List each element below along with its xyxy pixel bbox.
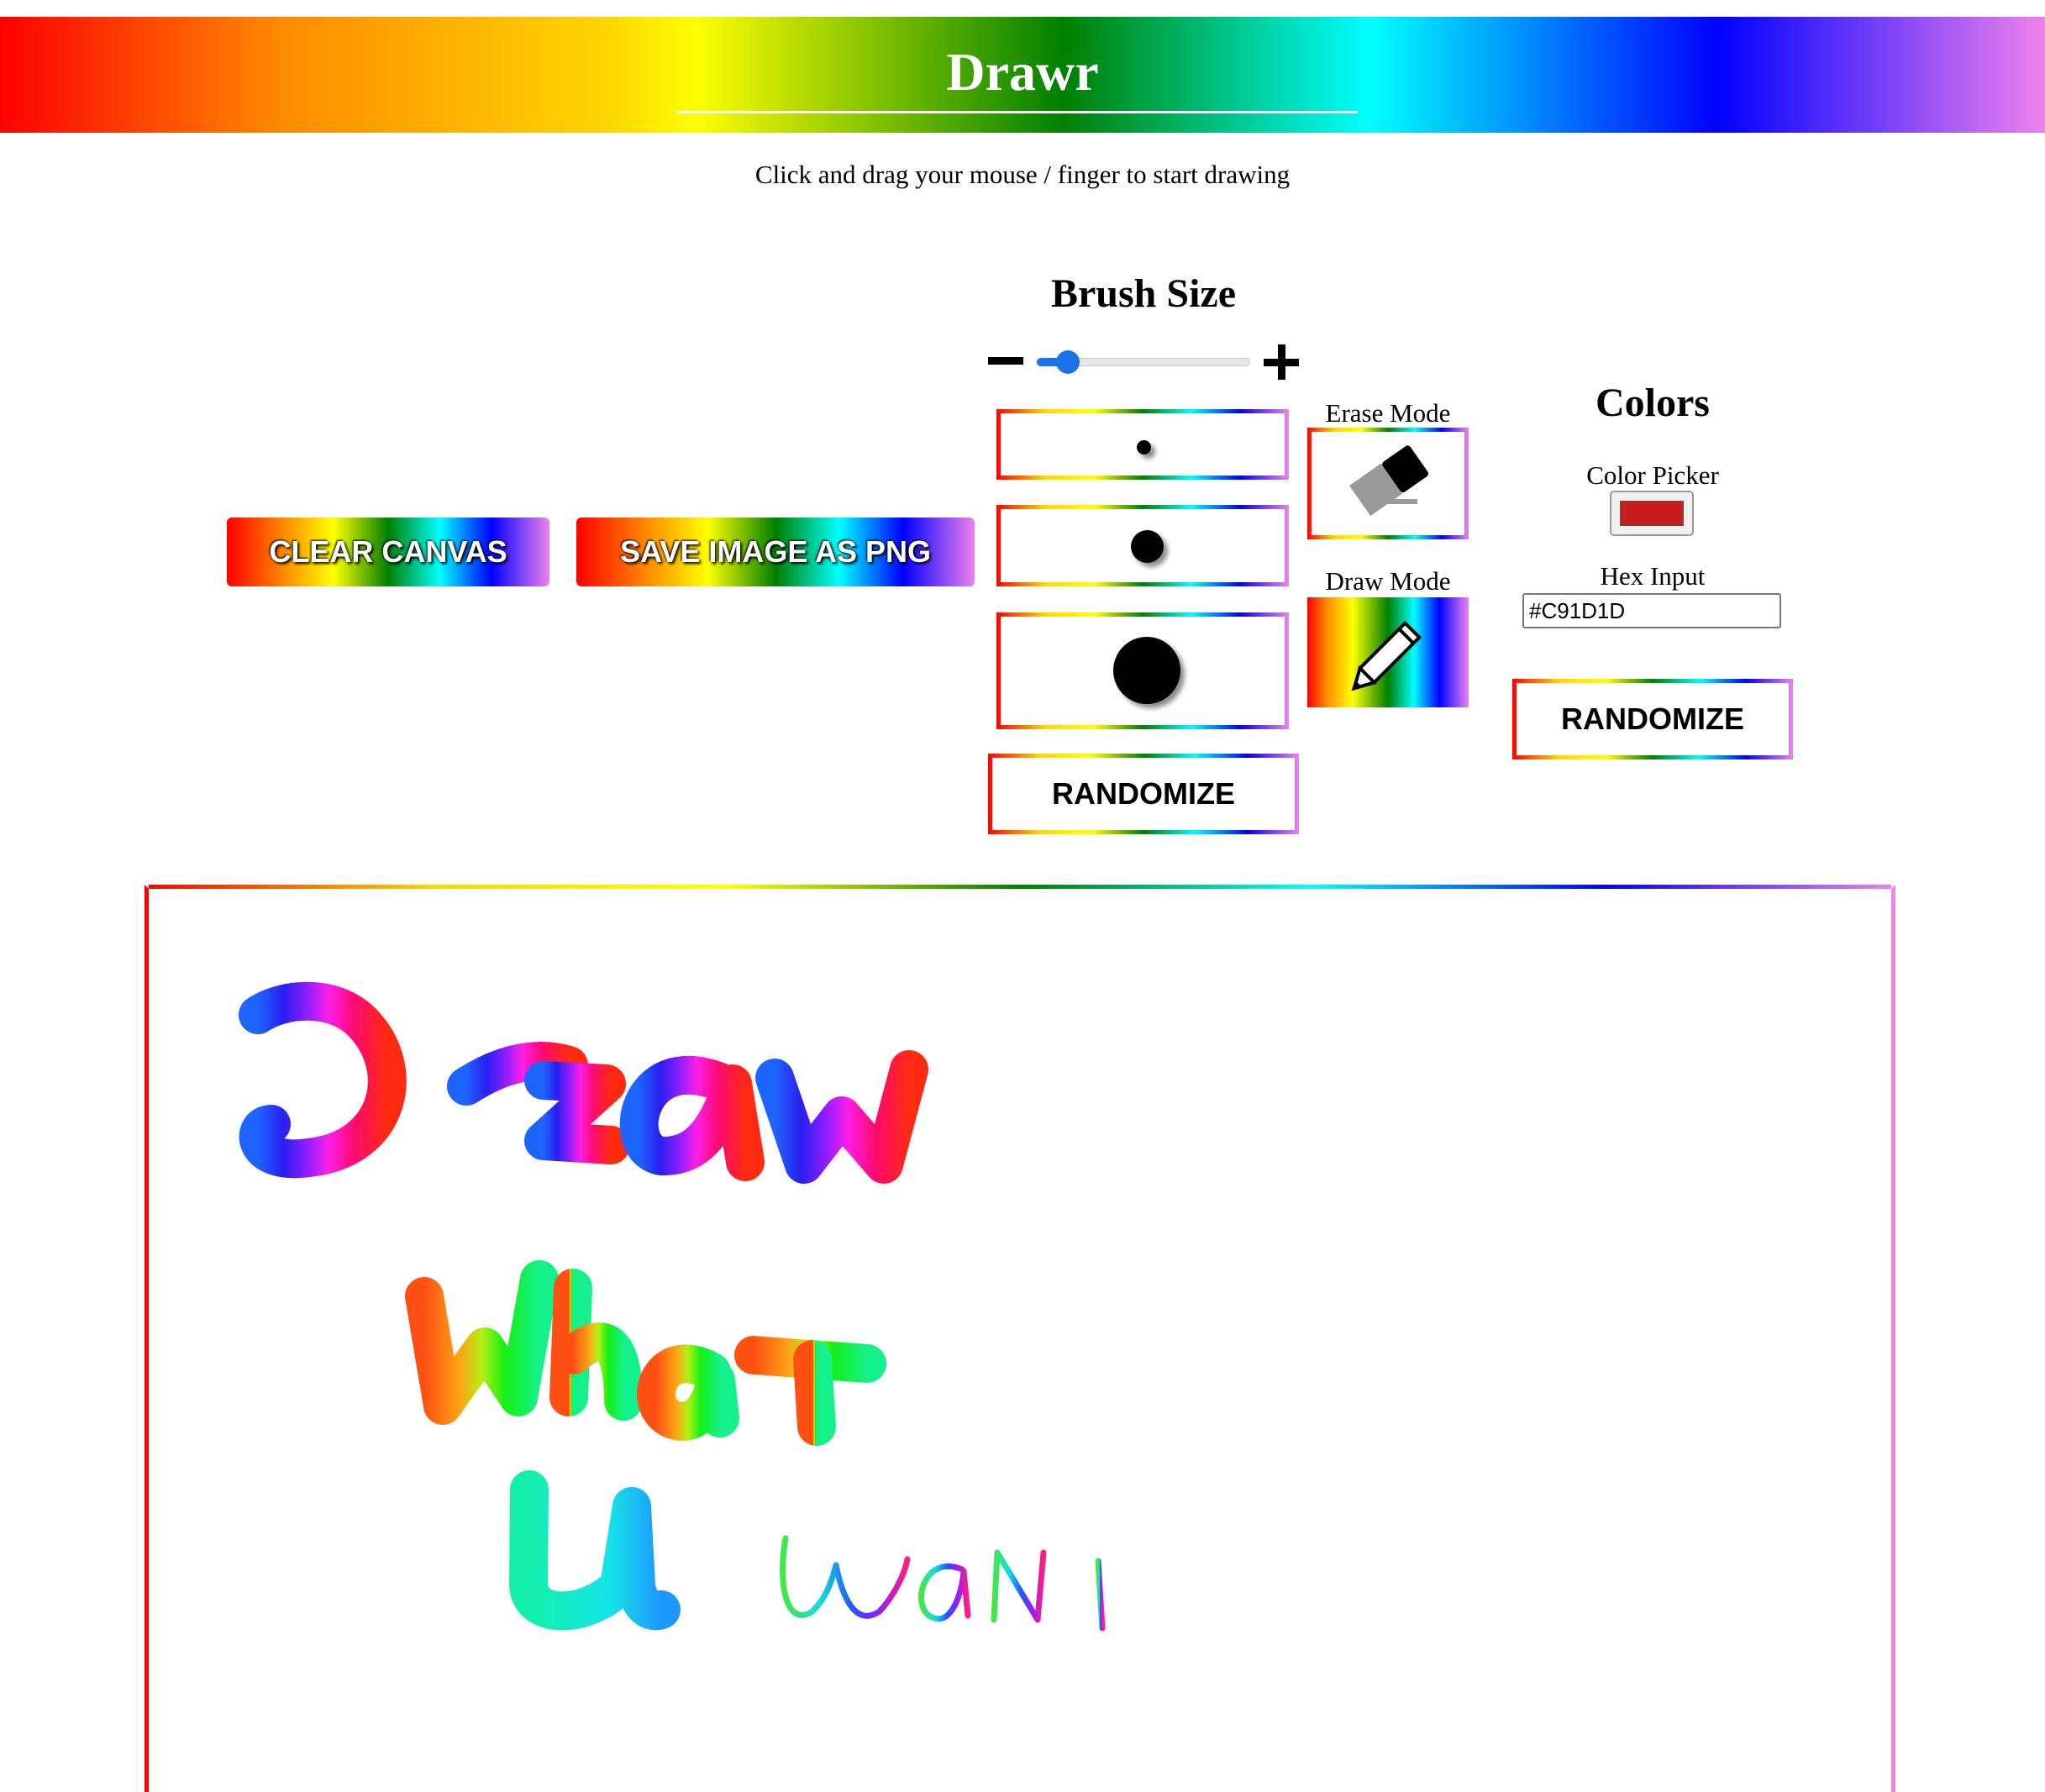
color-picker-label: Color Picker <box>1586 460 1719 490</box>
draw-mode-label: Draw Mode <box>1325 566 1451 596</box>
draw-mode-button[interactable] <box>1307 597 1469 707</box>
brush-size-slider-thumb[interactable] <box>1055 350 1080 374</box>
small-dot-icon <box>1137 440 1151 455</box>
drawing-word-want <box>780 1535 1142 1632</box>
color-randomize-button[interactable]: RANDOMIZE <box>1512 679 1793 759</box>
drawing-word-draw <box>239 981 928 1184</box>
save-image-button[interactable]: SAVE IMAGE AS PNG <box>576 518 975 586</box>
hex-input[interactable] <box>1522 593 1781 628</box>
medium-dot-icon <box>1131 530 1164 563</box>
instructions-text: Click and drag your mouse / finger to st… <box>754 160 1291 189</box>
brush-randomize-button[interactable]: RANDOMIZE <box>988 754 1299 834</box>
title-underline <box>677 111 1358 113</box>
plus-icon-vertical[interactable] <box>1278 344 1285 380</box>
drawing-canvas-frame[interactable] <box>145 885 1895 1792</box>
color-picker-swatch <box>1620 501 1684 526</box>
drawing-canvas[interactable] <box>149 889 1891 1792</box>
colors-heading: Colors <box>1596 381 1710 425</box>
erase-mode-button[interactable] <box>1307 428 1469 539</box>
brush-size-heading: Brush Size <box>1050 271 1237 316</box>
color-randomize-label: RANDOMIZE <box>1561 702 1744 736</box>
brush-randomize-label: RANDOMIZE <box>1052 776 1235 811</box>
brush-preset-large[interactable] <box>996 612 1289 729</box>
hex-input-label: Hex Input <box>1600 561 1706 591</box>
pencil-icon <box>1351 620 1422 691</box>
eraser-icon <box>1348 445 1429 517</box>
app-title: Drawr <box>946 42 1099 102</box>
erase-mode-label: Erase Mode <box>1325 398 1451 428</box>
clear-canvas-button[interactable]: CLEAR CANVAS <box>227 518 549 586</box>
color-picker[interactable] <box>1610 491 1694 536</box>
header-banner: Drawr <box>0 17 2045 133</box>
brush-preset-medium[interactable] <box>996 505 1289 586</box>
brush-preset-small[interactable] <box>996 409 1289 480</box>
drawing-word-u <box>509 1470 681 1631</box>
large-dot-icon <box>1113 637 1180 704</box>
drawing-word-what <box>405 1260 886 1446</box>
minus-icon[interactable] <box>988 357 1023 365</box>
